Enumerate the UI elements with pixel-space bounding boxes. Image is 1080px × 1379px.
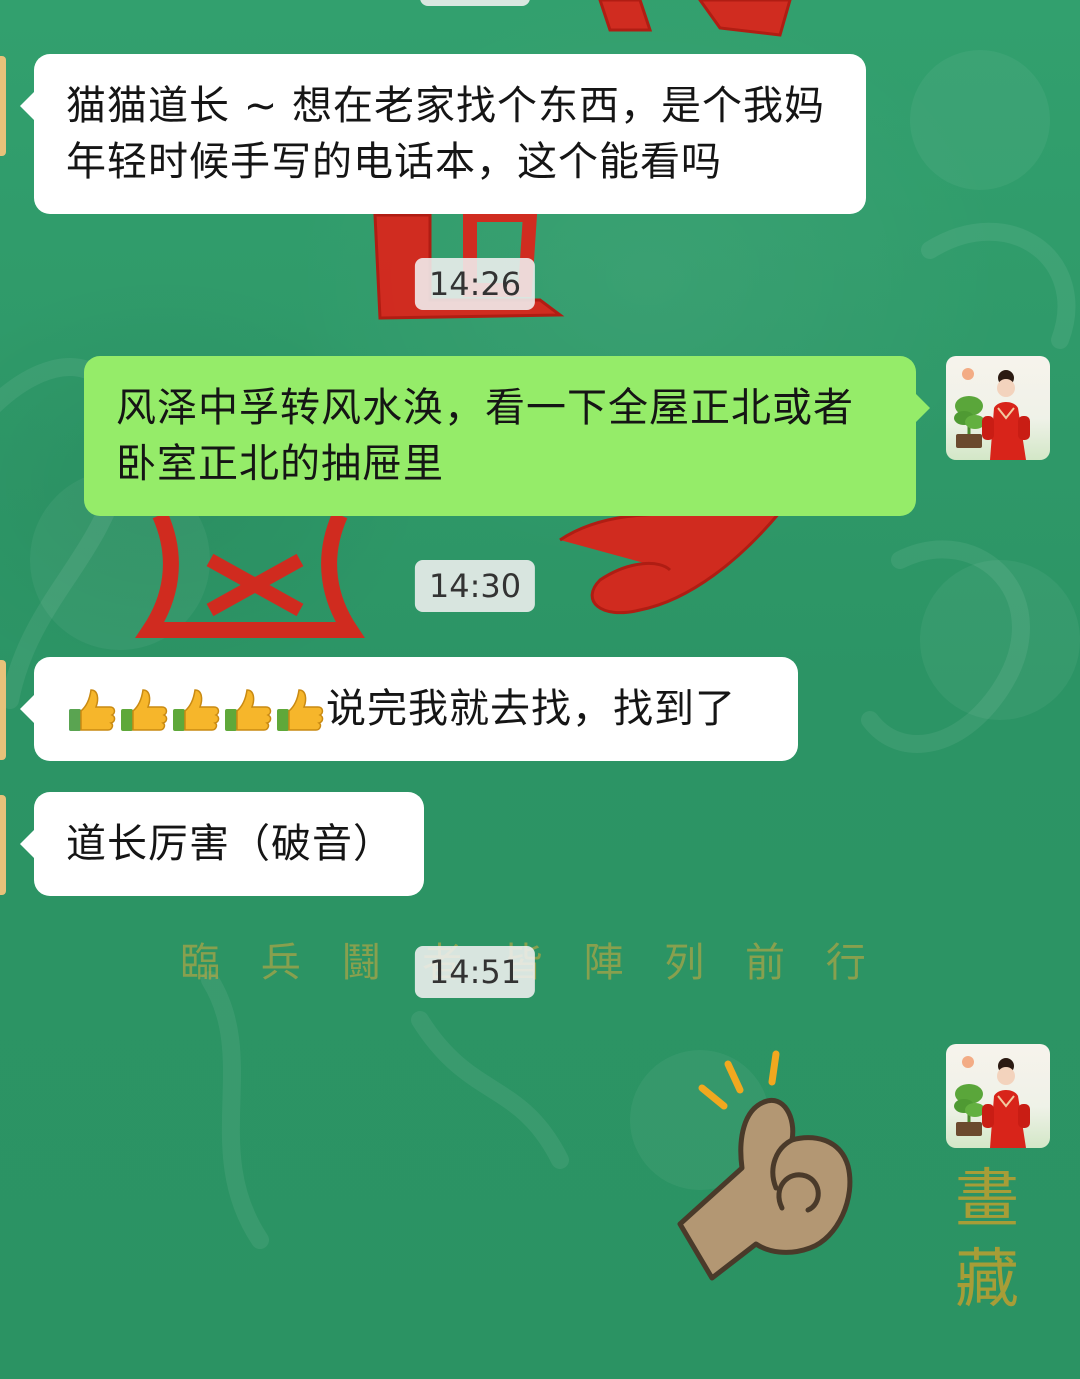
timestamp: 14:26: [414, 258, 536, 310]
emoji-row: [66, 687, 326, 735]
message-text: 道长厉害（破音）: [66, 821, 394, 867]
timestamp-partial: [420, 0, 530, 6]
thumbs-up-icon: [277, 689, 324, 731]
message-text: 猫猫道长 ~ 想在老家找个东西，是个我妈年轻时候手写的电话本，这个能看吗: [66, 83, 825, 185]
sender-avatar-partial[interactable]: [0, 795, 6, 895]
avatar-illustration-icon: [954, 368, 1030, 460]
clapping-hand-sticker[interactable]: [672, 1048, 872, 1288]
timestamp: 14:51: [414, 946, 536, 998]
message-bubble-incoming[interactable]: 说完我就去找，找到了: [20, 657, 798, 761]
message-text: 说完我就去找，找到了: [326, 686, 736, 732]
message-text: 风泽中孚转风水涣，看一下全屋正北或者卧室正北的抽屉里: [116, 385, 854, 487]
thumbs-up-icon: [121, 689, 168, 731]
self-avatar[interactable]: [946, 356, 1050, 460]
message-bubble-outgoing[interactable]: 风泽中孚转风水涣，看一下全屋正北或者卧室正北的抽屉里: [84, 356, 930, 516]
sender-avatar-partial[interactable]: [0, 56, 6, 156]
message-bubble-incoming[interactable]: 猫猫道长 ~ 想在老家找个东西，是个我妈年轻时候手写的电话本，这个能看吗: [20, 54, 866, 214]
thumbs-up-icon: [173, 689, 220, 731]
timestamp: 14:30: [414, 560, 536, 612]
self-avatar[interactable]: [946, 1044, 1050, 1148]
thumbs-up-icon: [69, 689, 116, 731]
background-side-text: 畫藏: [955, 1163, 1019, 1317]
sender-avatar-partial[interactable]: [0, 660, 6, 760]
avatar-illustration-icon: [954, 1056, 1030, 1148]
thumbs-up-icon: [225, 689, 272, 731]
message-bubble-incoming[interactable]: 道长厉害（破音）: [20, 792, 424, 896]
clapping-hand-icon: [677, 1050, 853, 1281]
